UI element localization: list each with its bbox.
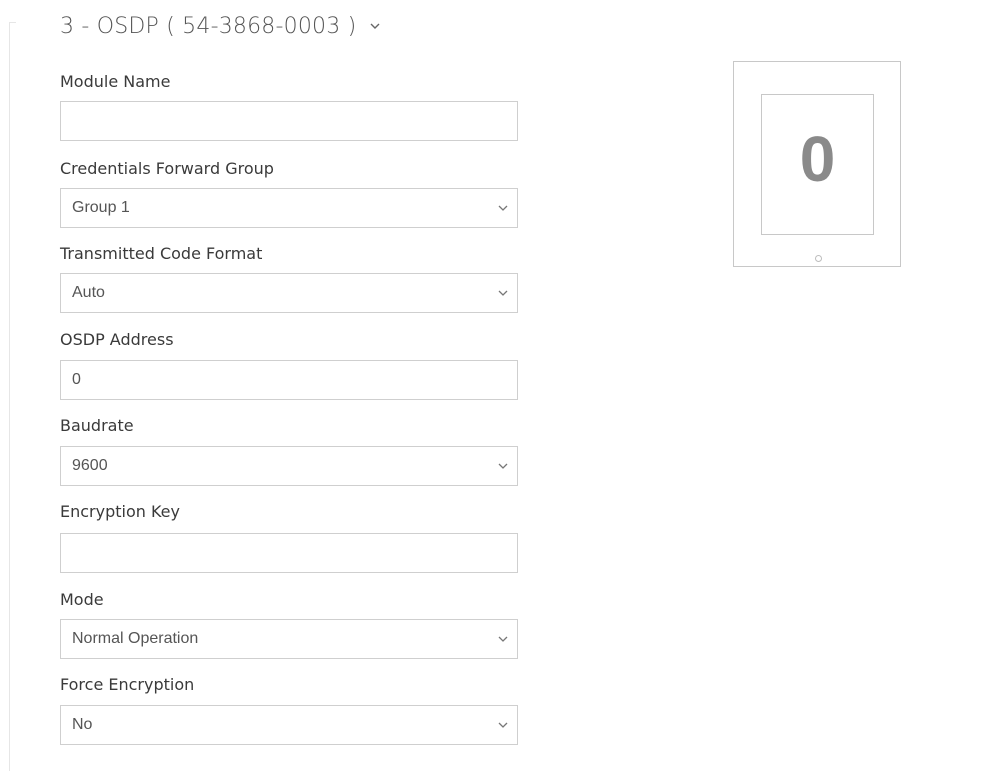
baudrate-label: Baudrate [60, 416, 134, 435]
module-preview: 0 [733, 61, 901, 267]
osdp-module-settings: 3 - OSDP ( 54-3868-0003 ) Module Name Cr… [0, 0, 981, 780]
led-indicator-icon [815, 255, 822, 262]
chevron-down-icon [498, 722, 508, 728]
credentials-forward-group-select[interactable]: Group 1 [60, 188, 518, 228]
chevron-down-icon [498, 636, 508, 642]
mode-select[interactable]: Normal Operation [60, 619, 518, 659]
transmitted-code-format-value: Auto [72, 284, 105, 301]
baudrate-value: 9600 [72, 457, 108, 474]
credentials-forward-group-value: Group 1 [72, 199, 130, 216]
osdp-address-input[interactable]: 0 [60, 360, 518, 400]
encryption-key-input[interactable] [60, 533, 518, 573]
module-name-label: Module Name [60, 72, 171, 91]
transmitted-code-format-select[interactable]: Auto [60, 273, 518, 313]
module-preview-screen: 0 [761, 94, 874, 235]
chevron-down-icon [498, 205, 508, 211]
transmitted-code-format-label: Transmitted Code Format [60, 244, 263, 263]
section-bracket [9, 22, 16, 771]
mode-value: Normal Operation [72, 630, 199, 647]
baudrate-select[interactable]: 9600 [60, 446, 518, 486]
force-encryption-select[interactable]: No [60, 705, 518, 745]
credentials-forward-group-label: Credentials Forward Group [60, 159, 274, 178]
chevron-down-icon [370, 23, 380, 29]
mode-label: Mode [60, 590, 104, 609]
section-title: 3 - OSDP ( 54-3868-0003 ) [60, 13, 357, 39]
force-encryption-value: No [72, 716, 93, 733]
osdp-address-label: OSDP Address [60, 330, 174, 349]
chevron-down-icon [498, 290, 508, 296]
osdp-address-value: 0 [72, 371, 81, 388]
chevron-down-icon [498, 463, 508, 469]
section-toggle[interactable]: 3 - OSDP ( 54-3868-0003 ) [60, 6, 382, 46]
module-preview-digit: 0 [799, 123, 836, 195]
module-name-input[interactable] [60, 101, 518, 141]
force-encryption-label: Force Encryption [60, 675, 195, 694]
encryption-key-label: Encryption Key [60, 502, 180, 521]
